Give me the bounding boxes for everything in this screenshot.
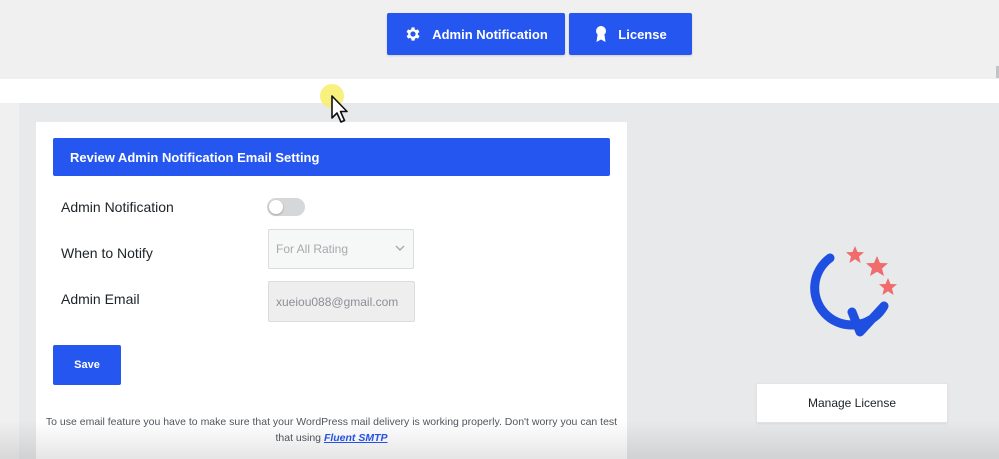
chevron-down-icon bbox=[395, 245, 405, 251]
admin-notification-label: Admin Notification bbox=[61, 199, 174, 215]
manage-license-button[interactable]: Manage License bbox=[756, 383, 948, 423]
gear-icon bbox=[406, 27, 420, 41]
when-to-notify-select[interactable]: For All Rating bbox=[268, 229, 414, 269]
smtp-note: To use email feature you have to make su… bbox=[36, 414, 627, 446]
toggle-knob bbox=[269, 200, 283, 214]
when-to-notify-value: For All Rating bbox=[276, 242, 349, 256]
tab-license[interactable]: License bbox=[569, 13, 692, 55]
manage-license-label: Manage License bbox=[807, 396, 897, 410]
admin-notification-panel: Review Admin Notification Email Setting … bbox=[36, 122, 627, 459]
when-to-notify-label: When to Notify bbox=[61, 245, 153, 261]
save-button[interactable]: Save bbox=[53, 345, 121, 385]
panel-header: Review Admin Notification Email Setting bbox=[53, 138, 610, 176]
tab-admin-notification-label: Admin Notification bbox=[432, 26, 548, 42]
award-icon bbox=[596, 26, 607, 42]
admin-email-field[interactable]: xueiou088@gmail.com bbox=[268, 281, 415, 322]
tab-license-label: License bbox=[618, 26, 667, 42]
panel-title: Review Admin Notification Email Setting bbox=[70, 149, 320, 165]
tab-admin-notification[interactable]: Admin Notification bbox=[387, 13, 565, 55]
admin-notification-toggle[interactable] bbox=[267, 198, 305, 216]
admin-email-value: xueiou088@gmail.com bbox=[276, 294, 399, 309]
divider-strip bbox=[0, 79, 999, 103]
fluent-smtp-link[interactable]: Fluent SMTP bbox=[324, 432, 388, 444]
review-logo-icon bbox=[810, 246, 897, 337]
admin-email-label: Admin Email bbox=[61, 291, 140, 307]
save-button-label: Save bbox=[74, 359, 100, 371]
mouse-cursor-icon bbox=[320, 84, 348, 123]
